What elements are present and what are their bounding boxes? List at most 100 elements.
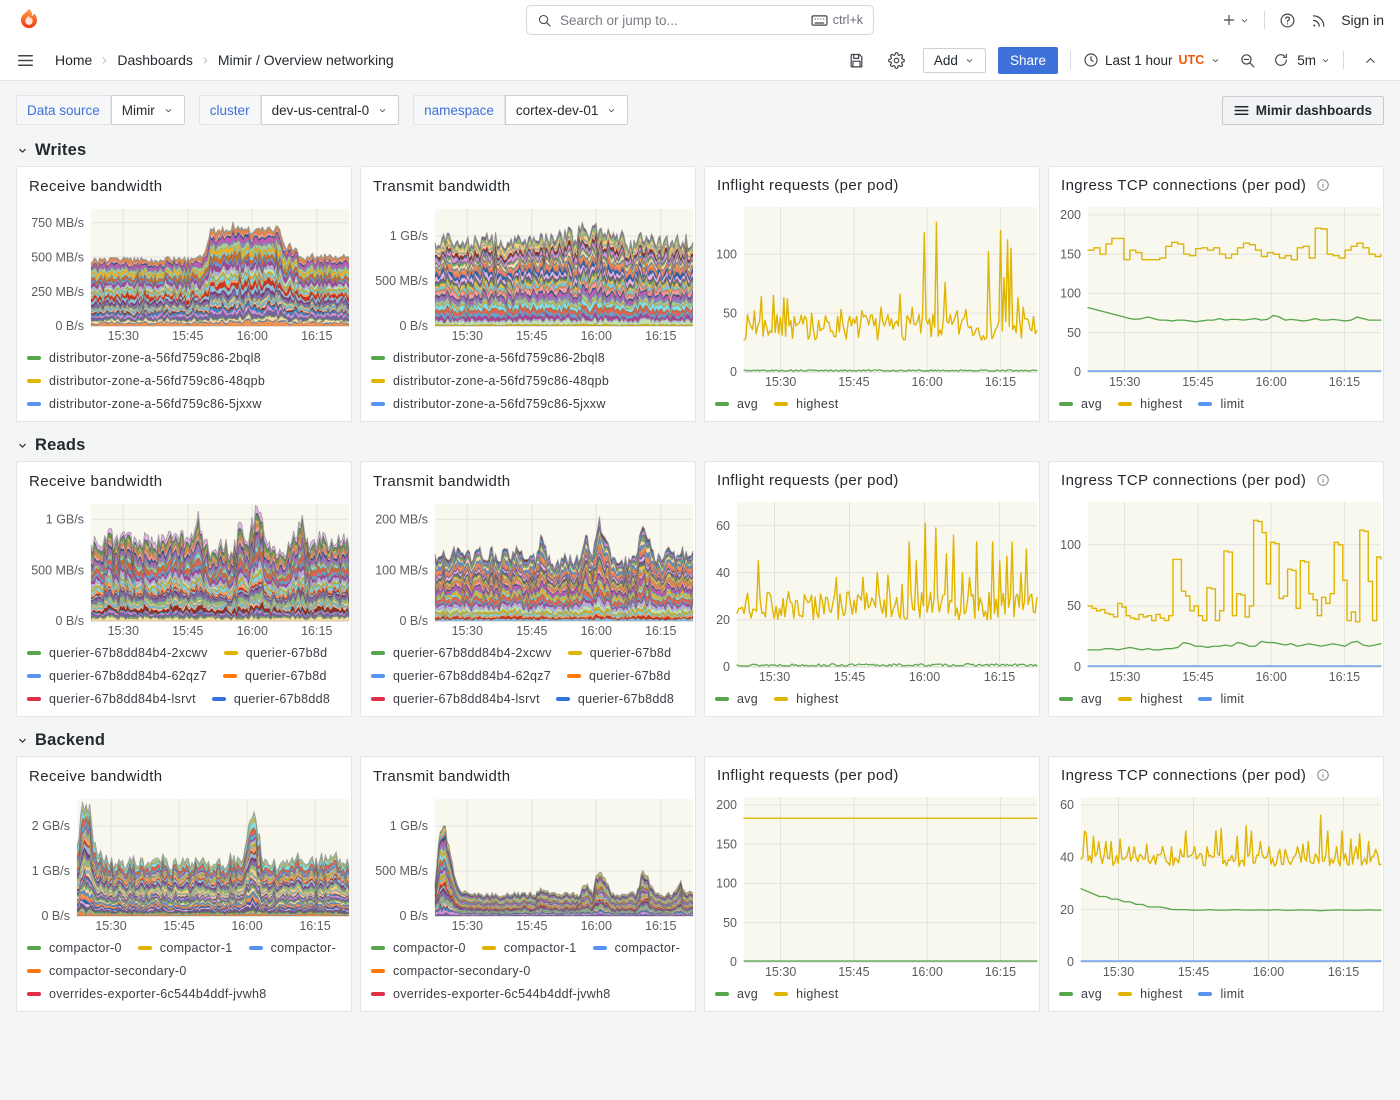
legend-item[interactable]: avg <box>715 692 758 706</box>
refresh-picker[interactable]: 5m <box>1273 52 1331 68</box>
panel-title[interactable]: Transmit bandwidth <box>373 768 511 785</box>
chart-canvas[interactable]: 0 B/s100 MB/s200 MB/s15:3015:4516:0016:1… <box>361 492 695 639</box>
legend-swatch <box>1118 992 1132 996</box>
panel-title[interactable]: Ingress TCP connections (per pod) <box>1061 472 1306 489</box>
legend-item[interactable]: compactor- <box>593 941 681 955</box>
legend-item[interactable]: highest <box>774 987 838 1001</box>
chart-canvas[interactable]: 05010015:3015:4516:0016:15 <box>1049 490 1383 685</box>
legend-item[interactable]: highest <box>774 692 838 706</box>
legend-item[interactable]: distributor-zone-a-56fd759c86-2bql8 <box>27 351 261 365</box>
legend-item[interactable]: overrides-exporter-6c544b4ddf-jvwh8 <box>371 987 611 1001</box>
save-dashboard-button[interactable] <box>843 46 871 74</box>
legend-item[interactable]: limit <box>1198 397 1244 411</box>
legend-item[interactable]: compactor-0 <box>27 941 122 955</box>
legend-label: compactor- <box>271 941 337 955</box>
legend-item[interactable]: querier-67b8d <box>223 669 327 683</box>
panel-title[interactable]: Inflight requests (per pod) <box>717 177 899 194</box>
chart-canvas[interactable]: 0 B/s500 MB/s1 GB/s15:3015:4516:0016:15 <box>361 197 695 344</box>
chart-canvas[interactable]: 05010015020015:3015:4516:0016:15 <box>705 785 1039 980</box>
legend-item[interactable]: querier-67b8dd84b4-62qz7 <box>27 669 207 683</box>
news-rss-icon[interactable] <box>1310 12 1327 29</box>
chart-canvas[interactable]: 05010015:3015:4516:0016:15 <box>705 195 1039 390</box>
legend-item[interactable]: querier-67b8dd84b4-2xcwv <box>27 646 208 660</box>
breadcrumb-dashboards[interactable]: Dashboards <box>117 52 193 68</box>
legend-item[interactable]: overrides-exporter-6c544b4ddf-jvwh8 <box>27 987 267 1001</box>
variable-value-dropdown[interactable]: Mimir <box>111 95 185 125</box>
legend-item[interactable]: limit <box>1198 987 1244 1001</box>
mimir-dashboards-button[interactable]: Mimir dashboards <box>1222 96 1384 125</box>
grafana-logo[interactable] <box>16 7 42 33</box>
chart-canvas[interactable]: 0 B/s500 MB/s1 GB/s15:3015:4516:0016:15 <box>17 492 351 639</box>
legend-item[interactable]: compactor-secondary-0 <box>27 964 187 978</box>
panel-title[interactable]: Inflight requests (per pod) <box>717 472 899 489</box>
search-icon <box>537 13 552 28</box>
legend-item[interactable]: querier-67b8dd8 <box>212 692 330 706</box>
collapse-toolbar-button[interactable] <box>1356 46 1384 74</box>
legend-item[interactable]: highest <box>1118 692 1182 706</box>
legend-item[interactable]: highest <box>774 397 838 411</box>
panel-title[interactable]: Transmit bandwidth <box>373 178 511 195</box>
legend-item[interactable]: distributor-zone-a-56fd759c86-48qpb <box>371 374 609 388</box>
dashboard-settings-button[interactable] <box>883 46 911 74</box>
section-header-backend[interactable]: Backend <box>16 723 1384 756</box>
legend-item[interactable]: limit <box>1198 692 1244 706</box>
mega-menu-icon[interactable] <box>16 51 35 70</box>
time-range-picker[interactable]: Last 1 hour UTC <box>1083 52 1221 68</box>
legend-item[interactable]: highest <box>1118 987 1182 1001</box>
info-icon[interactable] <box>1316 473 1330 487</box>
section-header-writes[interactable]: Writes <box>16 133 1384 166</box>
legend-item[interactable]: querier-67b8dd84b4-lsrvt <box>371 692 540 706</box>
legend-item[interactable]: avg <box>1059 692 1102 706</box>
legend-item[interactable]: highest <box>1118 397 1182 411</box>
panel-title[interactable]: Receive bandwidth <box>29 768 163 785</box>
legend-item[interactable]: distributor-zone-a-56fd759c86-2bql8 <box>371 351 605 365</box>
search-bar[interactable]: ctrl+k <box>526 5 874 35</box>
legend-item[interactable]: compactor-1 <box>482 941 577 955</box>
chart-canvas[interactable]: 0 B/s1 GB/s2 GB/s15:3015:4516:0016:15 <box>17 787 351 934</box>
help-icon[interactable] <box>1279 12 1296 29</box>
add-menu-button[interactable] <box>1221 12 1250 28</box>
panel-title[interactable]: Transmit bandwidth <box>373 473 511 490</box>
legend-item[interactable]: compactor-0 <box>371 941 466 955</box>
mimir-dashboards-label: Mimir dashboards <box>1256 103 1372 118</box>
breadcrumb-home[interactable]: Home <box>55 52 92 68</box>
variable-value-dropdown[interactable]: dev-us-central-0 <box>261 95 400 125</box>
legend-item[interactable]: querier-67b8d <box>567 669 671 683</box>
panel-title[interactable]: Ingress TCP connections (per pod) <box>1061 767 1306 784</box>
panel-title[interactable]: Receive bandwidth <box>29 178 163 195</box>
legend-item[interactable]: compactor-1 <box>138 941 233 955</box>
panel-title[interactable]: Ingress TCP connections (per pod) <box>1061 177 1306 194</box>
legend-item[interactable]: querier-67b8dd84b4-2xcwv <box>371 646 552 660</box>
section-header-reads[interactable]: Reads <box>16 428 1384 461</box>
variable-value-dropdown[interactable]: cortex-dev-01 <box>505 95 629 125</box>
legend-item[interactable]: avg <box>715 987 758 1001</box>
legend-item[interactable]: compactor-secondary-0 <box>371 964 531 978</box>
legend-item[interactable]: distributor-zone-a-56fd759c86-5jxxw <box>371 397 606 411</box>
chart-canvas[interactable]: 020406015:3015:4516:0016:15 <box>1049 785 1383 980</box>
chart-canvas[interactable]: 05010015020015:3015:4516:0016:15 <box>1049 195 1383 390</box>
legend-item[interactable]: querier-67b8d <box>568 646 672 660</box>
legend-item[interactable]: querier-67b8dd84b4-lsrvt <box>27 692 196 706</box>
legend-item[interactable]: avg <box>1059 397 1102 411</box>
chart-canvas[interactable]: 0 B/s500 MB/s1 GB/s15:3015:4516:0016:15 <box>361 787 695 934</box>
legend-item[interactable]: distributor-zone-a-56fd759c86-48qpb <box>27 374 265 388</box>
legend-item[interactable]: querier-67b8d <box>224 646 328 660</box>
chart-canvas[interactable]: 0 B/s250 MB/s500 MB/s750 MB/s15:3015:451… <box>17 197 351 344</box>
sign-in-link[interactable]: Sign in <box>1341 12 1384 28</box>
chart-canvas[interactable]: 020406015:3015:4516:0016:15 <box>705 490 1039 685</box>
legend-item[interactable]: distributor-zone-a-56fd759c86-5jxxw <box>27 397 262 411</box>
legend-item[interactable]: avg <box>715 397 758 411</box>
info-icon[interactable] <box>1316 768 1330 782</box>
legend-item[interactable]: querier-67b8dd84b4-62qz7 <box>371 669 551 683</box>
panel-title[interactable]: Receive bandwidth <box>29 473 163 490</box>
zoom-out-time-button[interactable] <box>1233 46 1261 74</box>
share-button[interactable]: Share <box>998 47 1058 74</box>
legend-item[interactable]: querier-67b8dd8 <box>556 692 674 706</box>
search-input[interactable] <box>560 13 803 28</box>
panel-title[interactable]: Inflight requests (per pod) <box>717 767 899 784</box>
info-icon[interactable] <box>1316 178 1330 192</box>
add-panel-button[interactable]: Add <box>923 48 986 73</box>
legend-item[interactable]: avg <box>1059 987 1102 1001</box>
legend-label: limit <box>1220 692 1244 706</box>
legend-item[interactable]: compactor- <box>249 941 337 955</box>
